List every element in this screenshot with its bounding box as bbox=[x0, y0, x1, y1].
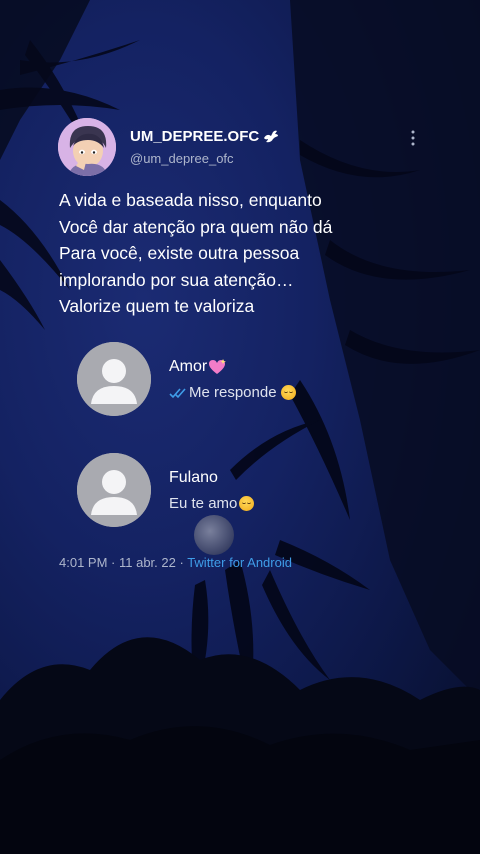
chat-name-text: Fulano bbox=[169, 469, 218, 486]
tweet-line: Valorize quem te valoriza bbox=[59, 296, 255, 316]
chat-contact-name: Amor bbox=[169, 358, 227, 376]
moon-icon bbox=[194, 515, 234, 555]
tweet-source-link[interactable]: Twitter for Android bbox=[187, 555, 292, 570]
pleading-face-icon bbox=[239, 496, 255, 511]
dove-icon bbox=[264, 130, 279, 143]
tweet-line: implorando por sua atenção… bbox=[59, 269, 294, 290]
tweet-date: 11 abr. 22 bbox=[118, 555, 176, 570]
chat-contact-name: Fulano bbox=[169, 469, 218, 487]
tweet-card: UM_DEPREE.OFC @um_depree_ofc A vida e ba… bbox=[0, 0, 480, 600]
pleading-face-icon bbox=[280, 385, 296, 400]
more-vertical-icon[interactable] bbox=[404, 128, 422, 148]
cartoon-avatar-icon bbox=[58, 118, 116, 176]
chat-last-message: Me responde bbox=[169, 384, 296, 401]
double-check-icon bbox=[169, 387, 186, 398]
tweet-metadata: 4:01 PM · 11 abr. 22 · Twitter for Andro… bbox=[59, 555, 292, 570]
tweet-line: Para você, existe outra pessoa bbox=[59, 243, 300, 263]
meta-separator: · bbox=[107, 555, 119, 570]
chat-message-text: Eu te amo bbox=[169, 495, 238, 512]
chat-message-text: Me responde bbox=[189, 384, 277, 401]
chat-item-amor[interactable]: Amor Me responde bbox=[77, 342, 407, 422]
tweet-time: 4:01 PM bbox=[59, 555, 108, 570]
display-name-text: UM_DEPREE.OFC bbox=[130, 128, 260, 145]
chat-name-text: Amor bbox=[169, 358, 208, 375]
display-name[interactable]: UM_DEPREE.OFC bbox=[130, 128, 279, 145]
user-handle[interactable]: @um_depree_ofc bbox=[130, 151, 234, 166]
sparkling-heart-icon bbox=[209, 359, 227, 374]
chat-item-fulano[interactable]: Fulano Eu te amo bbox=[77, 453, 407, 533]
default-user-avatar-icon bbox=[77, 453, 151, 527]
default-user-avatar-icon bbox=[77, 342, 151, 416]
tweet-line: Você dar atenção pra quem não dá bbox=[59, 216, 333, 237]
tweet-body: A vida e baseada nisso, enquanto Você da… bbox=[59, 187, 439, 320]
chat-last-message: Eu te amo bbox=[169, 495, 255, 512]
meta-separator: · bbox=[175, 555, 188, 570]
profile-avatar[interactable] bbox=[58, 118, 116, 176]
tweet-line: A vida e baseada nisso, enquanto bbox=[59, 190, 322, 210]
